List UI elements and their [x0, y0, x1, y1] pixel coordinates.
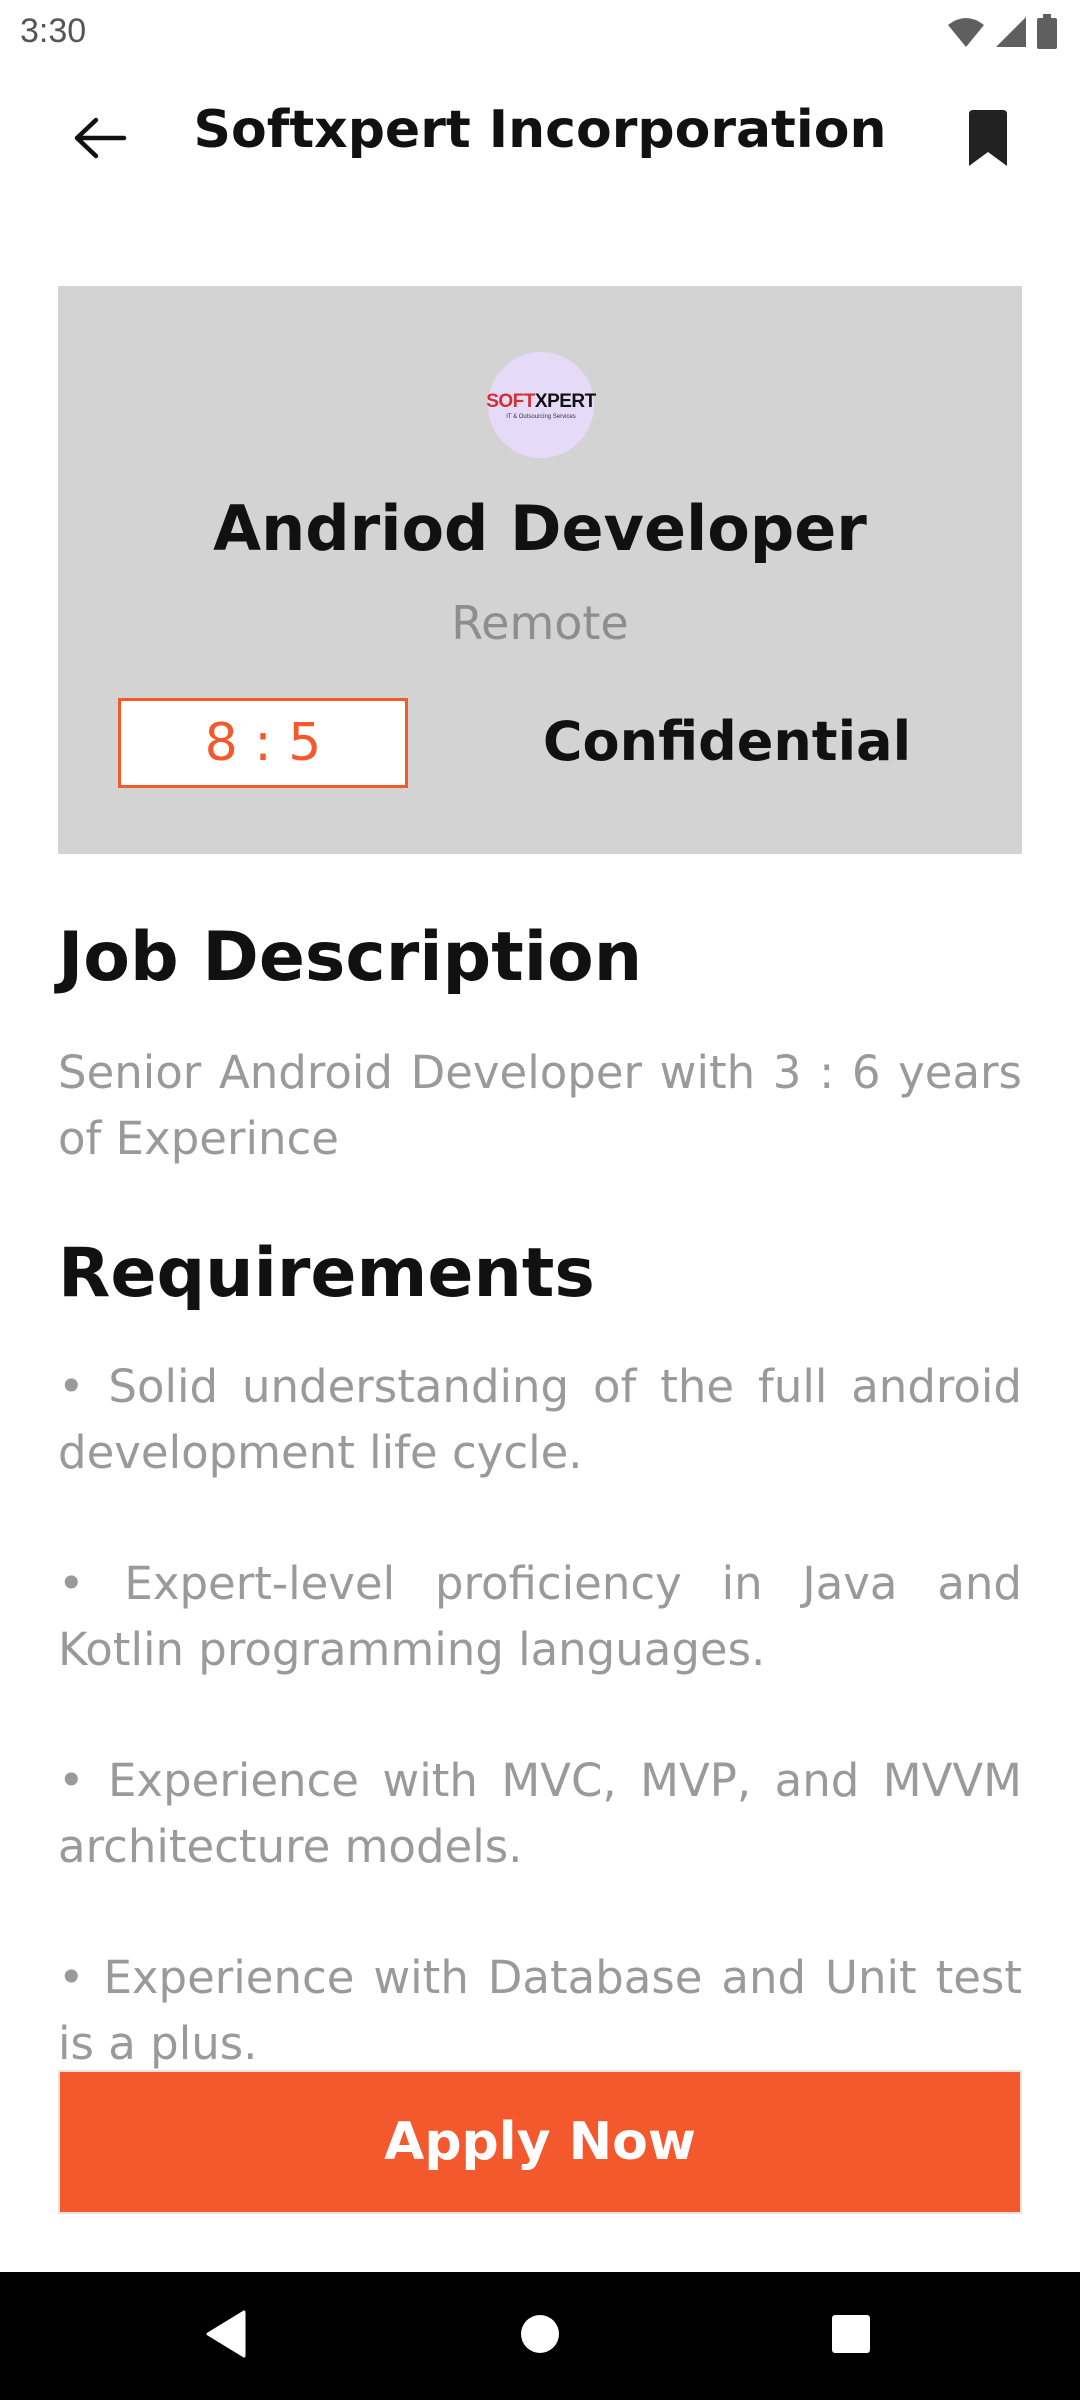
status-bar: 3:30	[0, 0, 1080, 64]
back-triangle-icon	[204, 2310, 248, 2362]
app-header: Softxpert Incorporation	[0, 80, 1080, 184]
nav-recents-button[interactable]	[815, 2300, 887, 2372]
back-button[interactable]	[58, 98, 142, 182]
working-hours-badge: 8 : 5	[118, 698, 408, 788]
job-summary-card: SOFTXPERT IT & Outsourcing Services Andr…	[58, 286, 1022, 854]
requirement-item: • Experience with Database and Unit test…	[58, 1951, 1022, 2070]
bookmark-button[interactable]	[946, 98, 1030, 182]
requirement-item: • Expert-level proficiency in Java and K…	[58, 1557, 1022, 1676]
job-title: Andriod Developer	[213, 492, 867, 565]
system-navigation-bar	[0, 2272, 1080, 2400]
requirement-item: • Solid understanding of the full androi…	[58, 1360, 1022, 1479]
bookmark-icon	[965, 108, 1011, 172]
wifi-icon	[946, 15, 986, 49]
status-icons	[946, 14, 1058, 50]
job-details-screen: 3:30 Softxpert Incorporation SOFTXPERT I…	[0, 0, 1080, 2400]
status-time: 3:30	[20, 12, 87, 50]
cellular-signal-icon	[994, 15, 1028, 49]
apply-now-button[interactable]: Apply Now	[58, 2070, 1022, 2214]
company-logo-text-xpert: XPERT	[534, 390, 596, 412]
nav-back-button[interactable]	[190, 2300, 262, 2372]
job-location: Remote	[451, 596, 629, 650]
home-circle-icon	[519, 2313, 561, 2359]
salary-label: Confidential	[542, 710, 912, 773]
company-logo-text-soft: SOFT	[486, 390, 535, 412]
requirement-item: • Experience with MVC, MVP, and MVVM arc…	[58, 1754, 1022, 1873]
job-description-text: Senior Android Developer with 3 : 6 year…	[58, 1046, 1022, 1165]
page-title: Softxpert Incorporation	[193, 100, 887, 160]
arrow-left-icon	[72, 117, 128, 163]
battery-icon	[1036, 14, 1058, 50]
company-logo: SOFTXPERT IT & Outsourcing Services	[486, 352, 596, 458]
requirements-heading: Requirements	[58, 1234, 595, 1313]
recents-square-icon	[830, 2313, 872, 2359]
job-description-heading: Job Description	[58, 918, 643, 997]
nav-home-button[interactable]	[504, 2300, 576, 2372]
company-logo-tagline: IT & Outsourcing Services	[506, 413, 576, 420]
